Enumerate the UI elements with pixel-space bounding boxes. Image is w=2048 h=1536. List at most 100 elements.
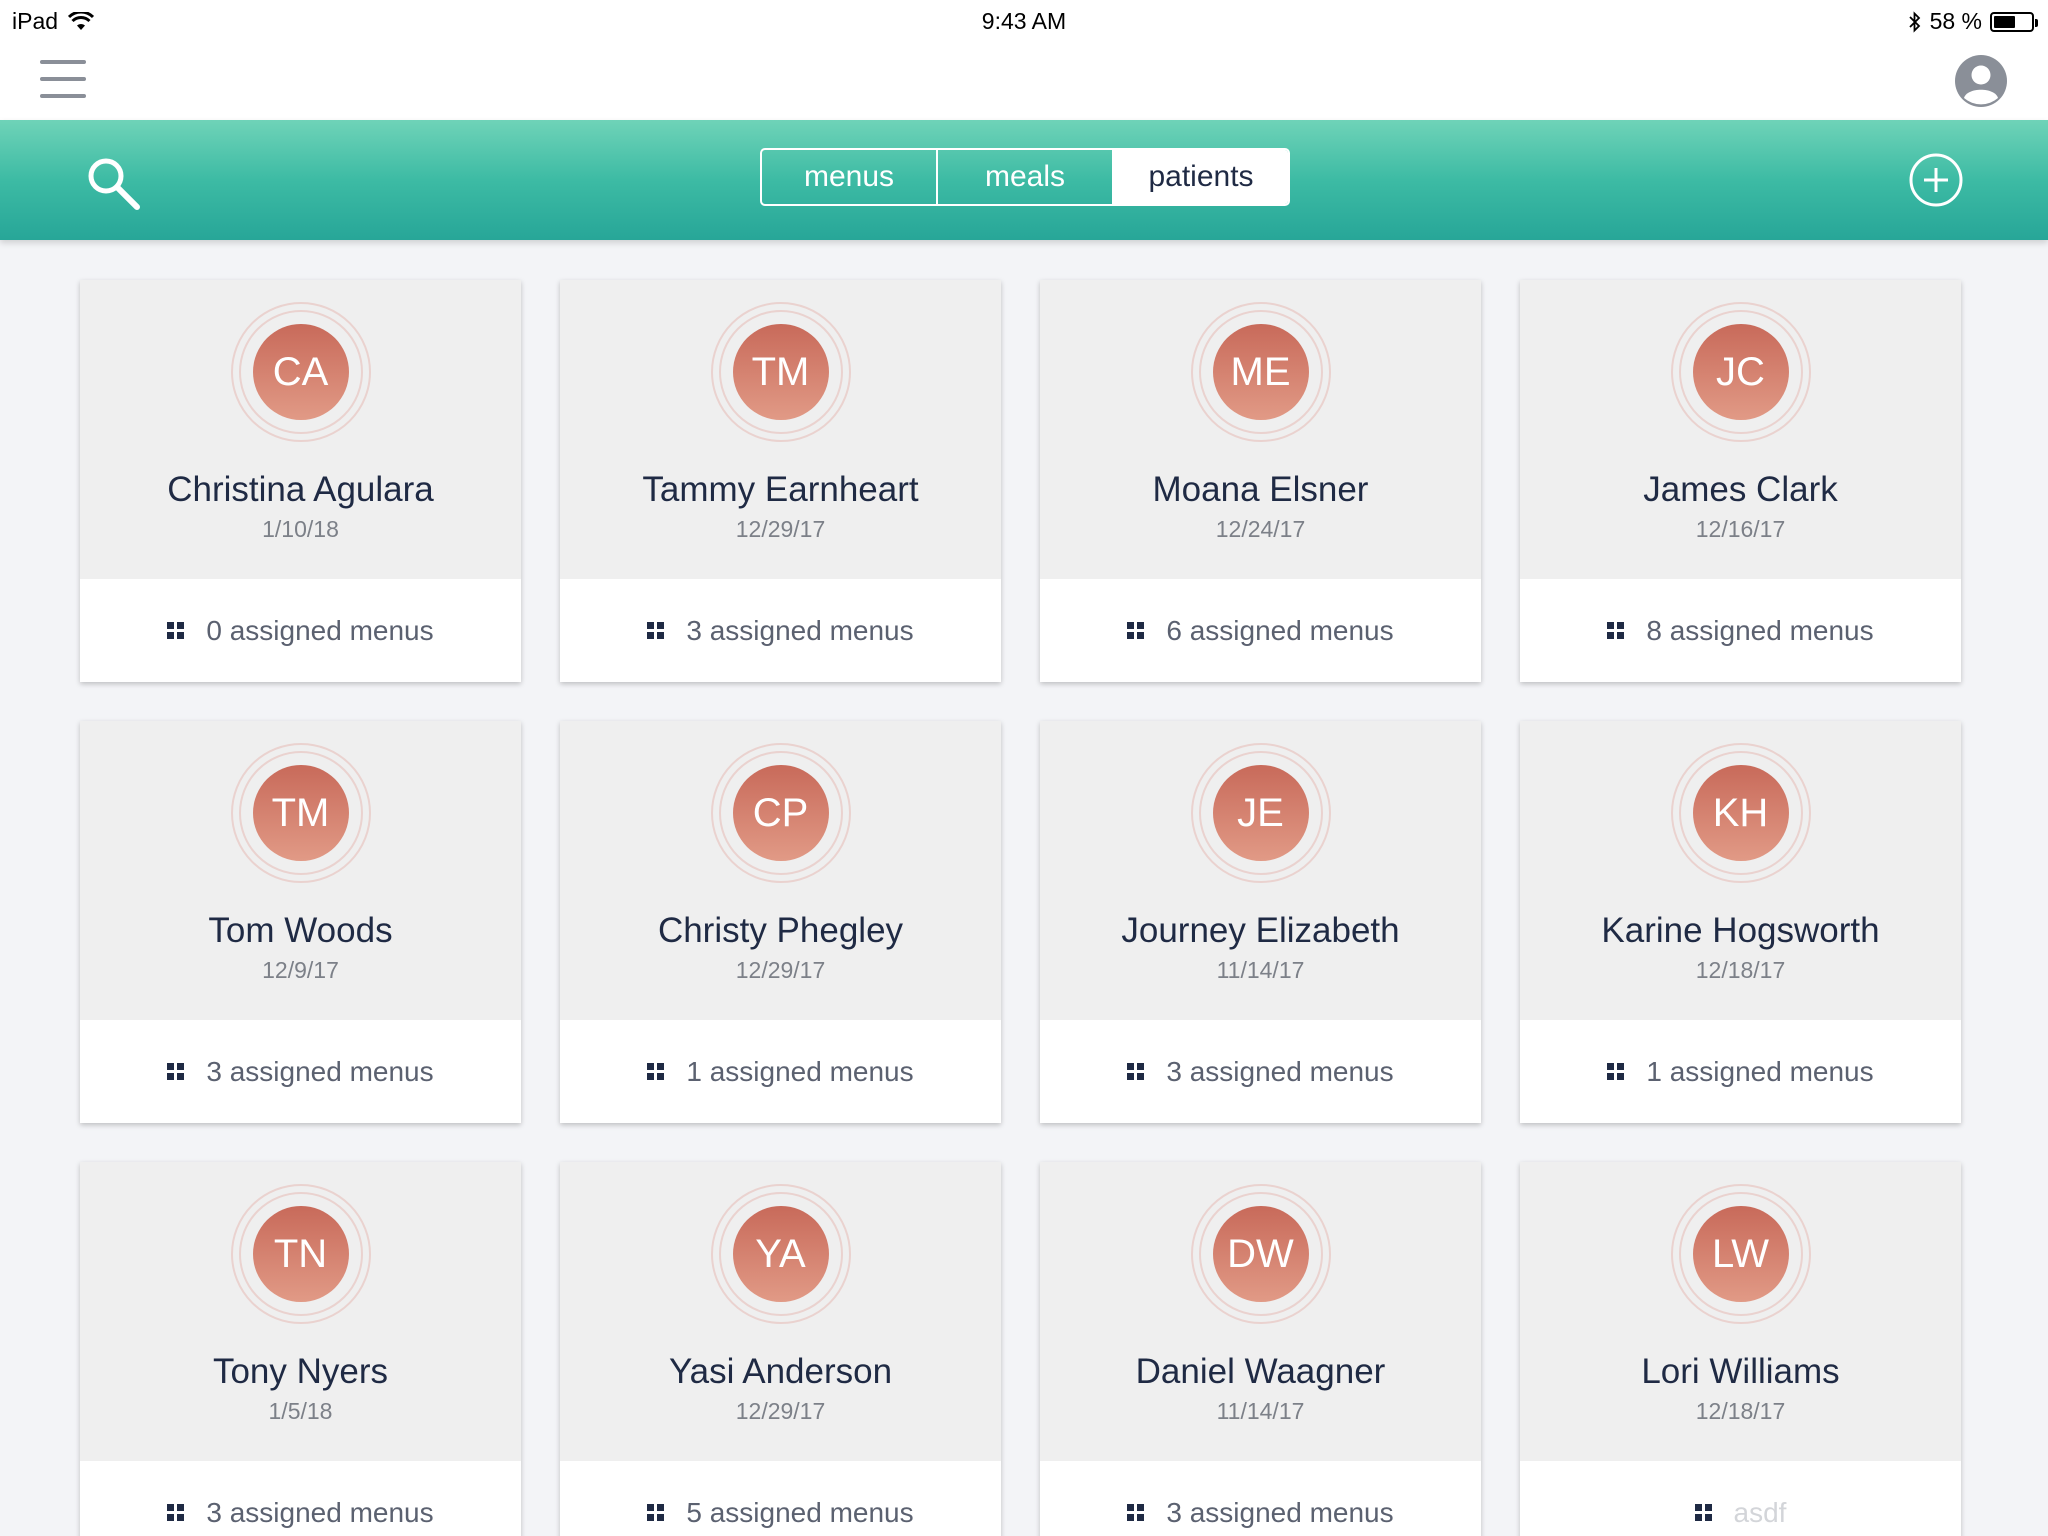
patient-name: Tony Nyers (212, 1352, 389, 1391)
plus-circle-icon (1909, 153, 1963, 207)
assigned-menus-count: 3 assigned menus (1166, 1055, 1394, 1087)
patient-card[interactable]: TN Tony Nyers 1/5/18 3 assigned menus (80, 1162, 521, 1536)
patient-name: Daniel Waagner (1135, 1352, 1386, 1391)
grid-icon (167, 622, 185, 639)
patient-card[interactable]: CP Christy Phegley 12/29/17 1 assigned m… (560, 721, 1001, 1123)
avatar: LW (1692, 1206, 1789, 1302)
status-right: 58 % (1908, 8, 2038, 35)
tab-patients[interactable]: patients (1114, 150, 1288, 204)
patient-card-header: JE Journey Elizabeth 11/14/17 (1040, 721, 1481, 1020)
assigned-menus-row[interactable]: 0 assigned menus (80, 579, 521, 682)
app-header (0, 42, 2048, 120)
tab-meals[interactable]: meals (938, 150, 1114, 204)
assigned-menus-row[interactable]: 3 assigned menus (1040, 1020, 1481, 1123)
patient-name: Moana Elsner (1152, 470, 1369, 509)
avatar: ME (1212, 324, 1309, 420)
patient-date: 12/29/17 (735, 957, 826, 983)
assigned-menus-count: 6 assigned menus (1166, 614, 1394, 646)
patient-card-header: TN Tony Nyers 1/5/18 (80, 1162, 521, 1461)
patient-card[interactable]: YA Yasi Anderson 12/29/17 5 assigned men… (560, 1162, 1001, 1536)
patient-name: Journey Elizabeth (1121, 911, 1400, 950)
avatar-ring: TM (230, 743, 371, 883)
patient-name: Karine Hogsworth (1601, 911, 1880, 950)
avatar-ring: JC (1670, 302, 1811, 442)
patient-date: 12/9/17 (262, 957, 339, 983)
patient-date: 12/24/17 (1215, 516, 1306, 542)
add-patient-button[interactable] (1908, 152, 1964, 208)
grid-icon (1127, 1504, 1145, 1521)
assigned-menus-count: 1 assigned menus (686, 1055, 914, 1087)
patient-date: 12/29/17 (735, 1398, 826, 1424)
assigned-menus-count: 3 assigned menus (686, 614, 914, 646)
grid-icon (167, 1504, 185, 1521)
patient-card[interactable]: CA Christina Agulara 1/10/18 0 assigned … (80, 280, 521, 682)
patient-date: 12/16/17 (1695, 516, 1786, 542)
assigned-menus-count: 5 assigned menus (686, 1496, 914, 1528)
avatar: TN (252, 1206, 349, 1302)
assigned-menus-count: asdf (1733, 1496, 1787, 1528)
toolbar: menus meals patients (0, 120, 2048, 240)
hamburger-icon-line (40, 94, 86, 98)
patient-name: James Clark (1643, 470, 1838, 509)
assigned-menus-count: 3 assigned menus (1166, 1496, 1394, 1528)
patient-card[interactable]: KH Karine Hogsworth 12/18/17 1 assigned … (1520, 721, 1961, 1123)
avatar: TM (732, 324, 829, 420)
patient-card[interactable]: DW Daniel Waagner 11/14/17 3 assigned me… (1040, 1162, 1481, 1536)
assigned-menus-row[interactable]: 5 assigned menus (560, 1461, 1001, 1536)
avatar: JE (1212, 765, 1309, 861)
battery-percent: 58 % (1929, 8, 1982, 34)
patient-card-header: TM Tom Woods 12/9/17 (80, 721, 521, 1020)
patient-date: 1/5/18 (268, 1398, 333, 1424)
avatar-ring: KH (1670, 743, 1811, 883)
assigned-menus-row[interactable]: 1 assigned menus (560, 1020, 1001, 1123)
grid-icon (1127, 1063, 1145, 1080)
patient-date: 12/18/17 (1695, 1398, 1786, 1424)
avatar-ring: TM (710, 302, 851, 442)
avatar-ring: CP (710, 743, 851, 883)
assigned-menus-row[interactable]: 3 assigned menus (80, 1020, 521, 1123)
patient-date: 1/10/18 (262, 516, 339, 542)
status-time: 9:43 AM (981, 8, 1067, 34)
account-button[interactable] (1954, 54, 2008, 108)
grid-icon (1127, 622, 1145, 639)
patient-name: Tom Woods (208, 911, 393, 950)
grid-icon (1607, 1063, 1625, 1080)
avatar: JC (1692, 324, 1789, 420)
assigned-menus-row[interactable]: 6 assigned menus (1040, 579, 1481, 682)
patient-date: 11/14/17 (1216, 1398, 1305, 1424)
hamburger-menu-button[interactable] (40, 58, 88, 100)
patient-card-header: LW Lori Williams 12/18/17 (1520, 1162, 1961, 1461)
assigned-menus-row[interactable]: 8 assigned menus (1520, 579, 1961, 682)
assigned-menus-row[interactable]: 3 assigned menus (1040, 1461, 1481, 1536)
assigned-menus-count: 0 assigned menus (206, 614, 434, 646)
assigned-menus-row[interactable]: 3 assigned menus (80, 1461, 521, 1536)
search-button[interactable] (84, 154, 144, 214)
patient-card-header: KH Karine Hogsworth 12/18/17 (1520, 721, 1961, 1020)
patient-card-header: DW Daniel Waagner 11/14/17 (1040, 1162, 1481, 1461)
patient-card[interactable]: TM Tom Woods 12/9/17 3 assigned menus (80, 721, 521, 1123)
status-bar: iPad 9:43 AM 58 % (0, 0, 2048, 42)
assigned-menus-row[interactable]: 1 assigned menus (1520, 1020, 1961, 1123)
avatar: CA (252, 324, 349, 420)
patient-card[interactable]: TM Tammy Earnheart 12/29/17 3 assigned m… (560, 280, 1001, 682)
patient-card-header: TM Tammy Earnheart 12/29/17 (560, 280, 1001, 579)
patient-name: Christy Phegley (657, 911, 904, 950)
avatar: KH (1692, 765, 1789, 861)
assigned-menus-count: 1 assigned menus (1646, 1055, 1874, 1087)
avatar: DW (1212, 1206, 1309, 1302)
grid-icon (647, 1504, 665, 1521)
assigned-menus-row[interactable]: 3 assigned menus (560, 579, 1001, 682)
patient-card[interactable]: JC James Clark 12/16/17 8 assigned menus (1520, 280, 1961, 682)
battery-icon (1990, 11, 2038, 32)
assigned-menus-row[interactable]: asdf (1520, 1461, 1961, 1536)
tab-menus[interactable]: menus (762, 150, 938, 204)
avatar: TM (252, 765, 349, 861)
view-tabs: menus meals patients (760, 148, 1290, 206)
avatar: CP (732, 765, 829, 861)
patient-date: 11/14/17 (1216, 957, 1305, 983)
patient-card[interactable]: ME Moana Elsner 12/24/17 6 assigned menu… (1040, 280, 1481, 682)
patient-card[interactable]: LW Lori Williams 12/18/17 asdf (1520, 1162, 1961, 1536)
hamburger-icon-line (40, 77, 86, 81)
patient-card[interactable]: JE Journey Elizabeth 11/14/17 3 assigned… (1040, 721, 1481, 1123)
patient-name: Yasi Anderson (668, 1352, 893, 1391)
